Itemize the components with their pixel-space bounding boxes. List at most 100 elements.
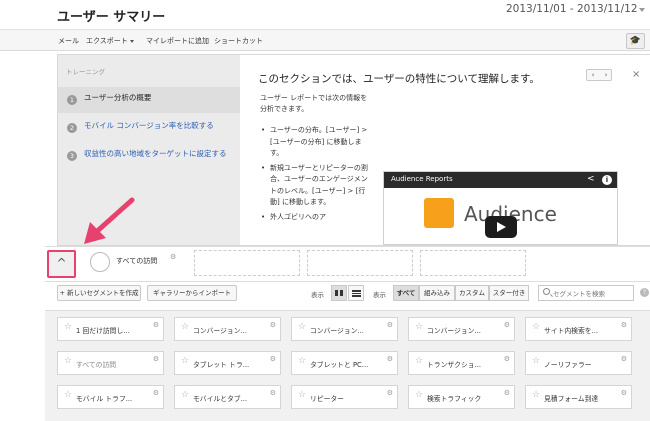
star-icon[interactable]: ☆ — [532, 322, 540, 332]
segment-tile[interactable]: ☆ モバイル トラフ... ⚙ — [57, 385, 164, 409]
active-segment-label[interactable]: すべての訪問 — [116, 256, 157, 266]
video-player[interactable]: Audience Reports < i Audience — [383, 171, 618, 245]
segment-tile[interactable]: ☆ モバイルとタブ... ⚙ — [174, 385, 281, 409]
shortcut-button[interactable]: ショートカット — [214, 36, 263, 46]
help-icon[interactable]: ? — [640, 288, 649, 297]
segment-tile[interactable]: ☆ タブレットと PC... ⚙ — [291, 351, 398, 375]
report-toolbar: メール エクスポート マイレポートに追加 ショートカット 🎓 — [0, 30, 650, 51]
gear-icon[interactable]: ⚙ — [270, 321, 276, 329]
gear-icon[interactable]: ⚙ — [621, 389, 627, 397]
gear-icon[interactable]: ⚙ — [270, 355, 276, 363]
empty-segment-slot[interactable] — [194, 250, 300, 276]
play-icon[interactable] — [485, 216, 517, 238]
segment-tile-label: すべての訪問 — [76, 361, 117, 369]
star-icon[interactable]: ☆ — [415, 322, 423, 332]
gear-icon[interactable]: ⚙ — [621, 355, 627, 363]
segment-tile-label: タブレットと PC... — [310, 361, 369, 369]
gear-icon[interactable]: ⚙ — [153, 389, 159, 397]
grid-glyph — [335, 290, 343, 296]
segment-color-circle — [90, 252, 110, 272]
filter-custom[interactable]: カスタム — [455, 285, 489, 301]
empty-segment-slot[interactable] — [307, 250, 413, 276]
chevron-down-icon[interactable] — [639, 8, 645, 12]
star-icon[interactable]: ☆ — [298, 356, 306, 366]
star-icon[interactable]: ☆ — [532, 390, 540, 400]
gear-icon[interactable]: ⚙ — [270, 389, 276, 397]
star-icon[interactable]: ☆ — [64, 322, 72, 332]
star-icon[interactable]: ☆ — [181, 322, 189, 332]
segment-tile-label: モバイル トラフ... — [76, 395, 133, 403]
star-icon[interactable]: ☆ — [532, 356, 540, 366]
analytics-logo-icon — [424, 198, 454, 228]
grid-view-icon[interactable] — [331, 285, 347, 301]
segment-tile[interactable]: ☆ トランザクショ... ⚙ — [408, 351, 515, 375]
share-icon[interactable]: < — [587, 174, 595, 184]
segment-tile[interactable]: ☆ 見積フォーム到達 ⚙ — [525, 385, 632, 409]
list-view-icon[interactable] — [348, 285, 364, 301]
gear-icon[interactable]: ⚙ — [153, 355, 159, 363]
bullet-item: 新規ユーザーとリピーターの割合、ユーザーのエンゲージメントのレベル。[ユーザー]… — [261, 163, 370, 209]
star-icon[interactable]: ☆ — [181, 356, 189, 366]
gear-icon[interactable]: ⚙ — [504, 321, 510, 329]
training-bullets: ユーザーの分布。[ユーザー] > [ユーザーの分布] に移動します。 新規ユーザ… — [261, 125, 370, 226]
star-icon[interactable]: ☆ — [415, 390, 423, 400]
star-icon[interactable]: ☆ — [64, 356, 72, 366]
bullet-item: ユーザーの分布。[ユーザー] > [ユーザーの分布] に移動します。 — [261, 125, 370, 160]
segment-tile[interactable]: ☆ すべての訪問 ⚙ — [57, 351, 164, 375]
segment-search[interactable] — [538, 285, 634, 301]
import-from-gallery-button[interactable]: ギャラリーからインポート — [147, 285, 237, 301]
empty-segment-slot[interactable] — [420, 250, 526, 276]
star-icon[interactable]: ☆ — [181, 390, 189, 400]
training-step-2[interactable]: 2 モバイル コンバージョン率を比較する — [58, 115, 240, 141]
step-number: 1 — [67, 95, 77, 105]
list-glyph — [352, 290, 361, 297]
gear-icon[interactable]: ⚙ — [504, 355, 510, 363]
filter-starred[interactable]: スター付き — [489, 285, 529, 301]
video-title: Audience Reports — [391, 175, 453, 183]
star-icon[interactable]: ☆ — [64, 390, 72, 400]
segment-tile-label: タブレット トラ... — [193, 361, 250, 369]
email-button[interactable]: メール — [58, 36, 79, 46]
segment-tile[interactable]: ☆ 1 回だけ訪問し... ⚙ — [57, 317, 164, 341]
gear-icon[interactable]: ⚙ — [504, 389, 510, 397]
segment-tile[interactable]: ☆ コンバージョン... ⚙ — [408, 317, 515, 341]
segment-tile-label: モバイルとタブ... — [193, 395, 248, 403]
view-label: 表示 — [311, 291, 324, 299]
gear-icon[interactable]: ⚙ — [153, 321, 159, 329]
segment-tile[interactable]: ☆ リピーター ⚙ — [291, 385, 398, 409]
star-icon[interactable]: ☆ — [298, 322, 306, 332]
segment-tile[interactable]: ☆ 検索トラフィック ⚙ — [408, 385, 515, 409]
filter-all[interactable]: すべて — [393, 285, 419, 301]
graduation-cap-icon[interactable]: 🎓 — [626, 33, 645, 49]
segment-tile[interactable]: ☆ ノーリファラー ⚙ — [525, 351, 632, 375]
training-step-1[interactable]: 1 ユーザー分析の概要 — [58, 87, 240, 113]
annotation-arrow — [84, 197, 135, 244]
segment-tile-label: リピーター — [310, 395, 344, 403]
date-range-picker[interactable]: 2013/11/01 - 2013/11/12 — [506, 3, 638, 15]
close-icon[interactable]: × — [632, 69, 640, 80]
gear-icon[interactable]: ⚙ — [387, 389, 393, 397]
collapse-button[interactable]: ^ — [47, 250, 76, 278]
new-segment-button[interactable]: + 新しいセグメントを作成 — [57, 285, 141, 301]
segment-tile[interactable]: ☆ タブレット トラ... ⚙ — [174, 351, 281, 375]
chevron-right-icon[interactable]: › — [600, 70, 612, 80]
gear-icon[interactable]: ⚙ — [170, 253, 176, 261]
filter-builtin[interactable]: 組み込み — [419, 285, 455, 301]
star-icon[interactable]: ☆ — [298, 390, 306, 400]
search-input[interactable] — [553, 288, 631, 299]
gear-icon[interactable]: ⚙ — [387, 321, 393, 329]
info-icon[interactable]: i — [602, 175, 612, 185]
training-intro: ユーザー レポートでは次の情報を分析できます。 — [260, 94, 368, 113]
training-step-3[interactable]: 3 収益性の高い地域をターゲットに設定する — [58, 143, 240, 169]
add-to-dashboard-button[interactable]: マイレポートに追加 — [146, 36, 209, 46]
star-icon[interactable]: ☆ — [415, 356, 423, 366]
gear-icon[interactable]: ⚙ — [621, 321, 627, 329]
gear-icon[interactable]: ⚙ — [387, 355, 393, 363]
segment-tile-label: 見積フォーム到達 — [544, 395, 599, 403]
segment-tile[interactable]: ☆ サイト内検索を... ⚙ — [525, 317, 632, 341]
chevron-left-icon[interactable]: ‹ — [587, 70, 599, 80]
export-button[interactable]: エクスポート — [86, 36, 134, 46]
step-label: ユーザー分析の概要 — [84, 93, 152, 102]
segment-tile[interactable]: ☆ コンバージョン... ⚙ — [291, 317, 398, 341]
segment-tile[interactable]: ☆ コンバージョン... ⚙ — [174, 317, 281, 341]
